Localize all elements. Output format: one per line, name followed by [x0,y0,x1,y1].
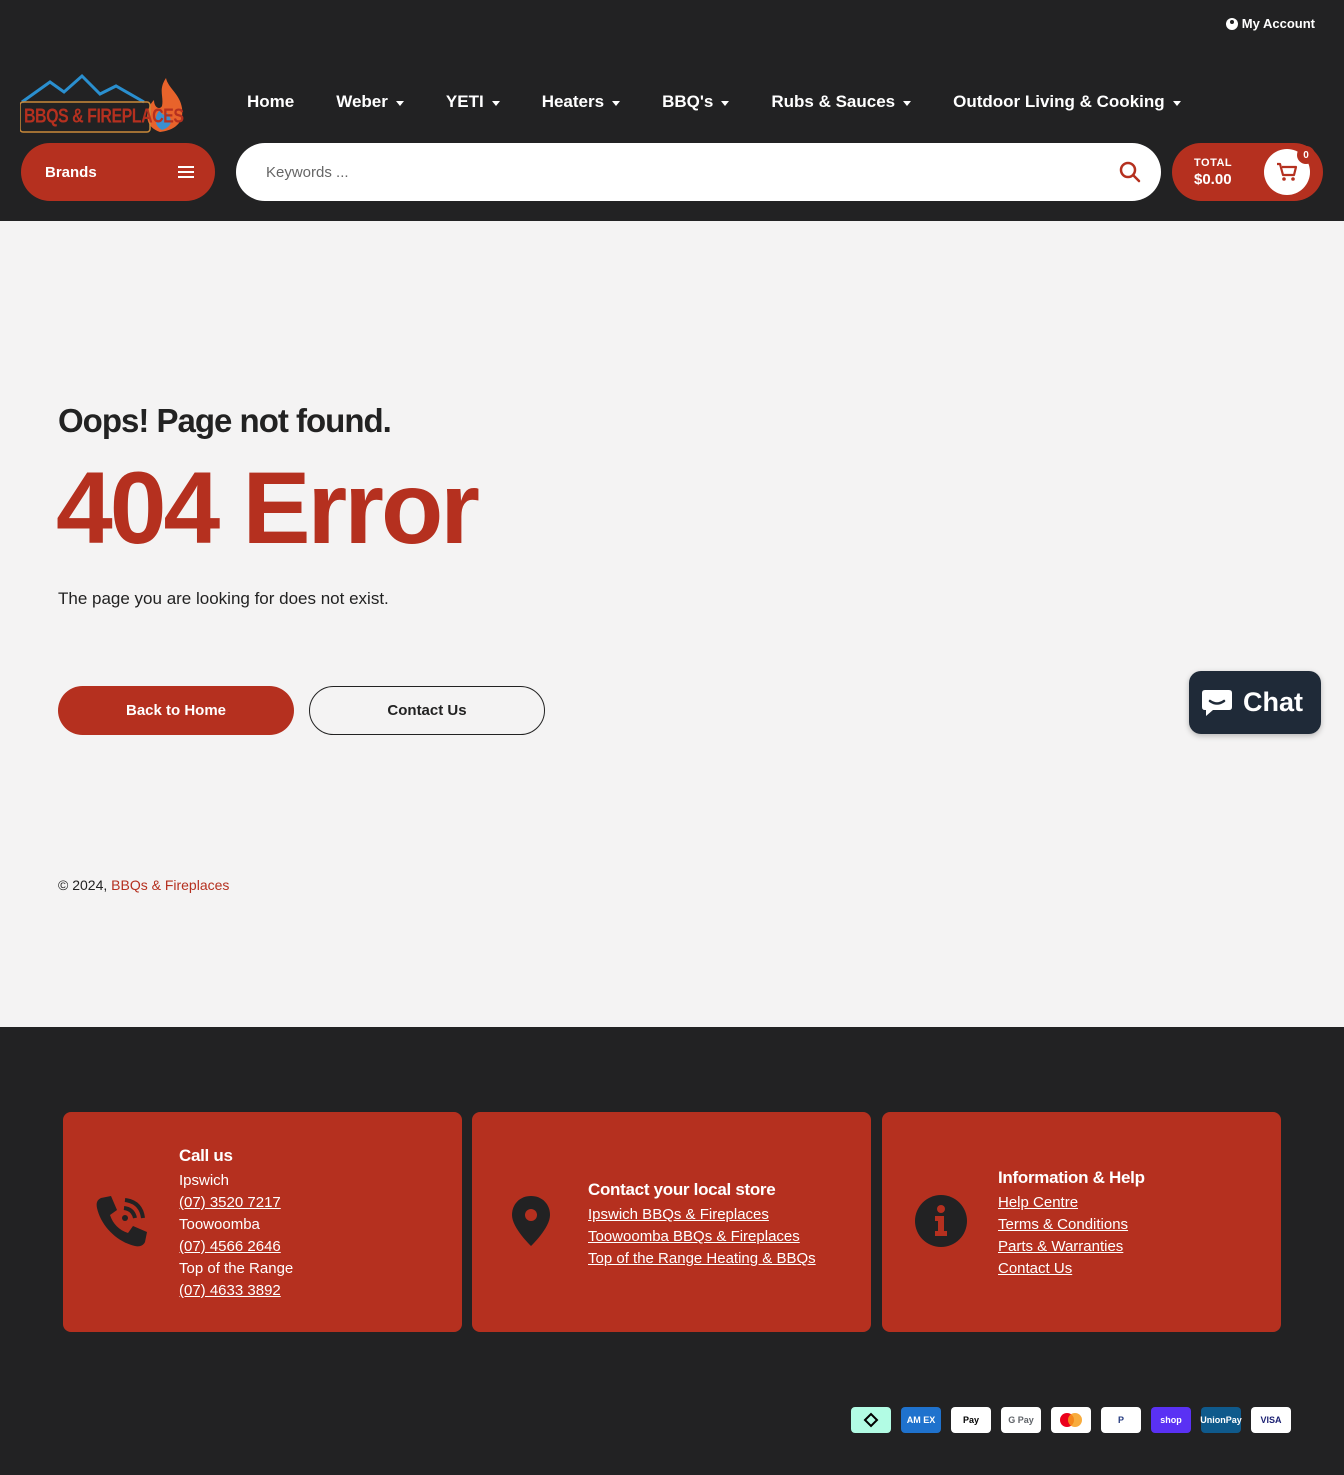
main-nav: Home Weber YETI Heaters BBQ's Rubs & Sauces Ou… [247,91,1223,113]
cart-button[interactable]: TOTAL $0.00 0 [1172,143,1323,201]
nav-item-label: BBQ's [662,92,714,111]
cart-count-badge: 0 [1297,146,1315,164]
local-store-title: Contact your local store [588,1180,776,1199]
page-subtitle: Oops! Page not found. [58,402,392,439]
copyright-store-link[interactable]: BBQs & Fireplaces [111,877,229,893]
copyright: © 2024, BBQs & Fireplaces [58,877,229,893]
info-link[interactable]: Terms & Conditions [998,1214,1145,1236]
visa-icon: VISA [1251,1407,1291,1433]
brands-label: Brands [45,163,97,181]
caret-down-icon [612,100,621,106]
account-icon [1225,17,1238,30]
nav-item-weber[interactable]: Weber [336,91,404,113]
nav-item-heaters[interactable]: Heaters [541,91,621,113]
page-title: 404 Error [56,451,480,565]
afterpay-icon [851,1407,891,1433]
back-to-home-button[interactable]: Back to Home [58,686,294,735]
my-account-label: My Account [1241,16,1315,31]
chat-label: Chat [1243,687,1303,717]
chat-button[interactable]: Chat [1189,671,1321,734]
caret-down-icon [491,100,500,106]
call-us-card: Call us Ipswich (07) 3520 7217 Toowoomba (0… [63,1112,462,1332]
cart-total-label: TOTAL [1194,157,1233,169]
phone-number-link[interactable]: (07) 3520 7217 [179,1192,293,1214]
nav-item-label: YETI [445,92,484,111]
brands-menu-button[interactable]: Brands [21,143,215,201]
site-header: My Account BBQS & FIREPLACES Home Weber YE… [0,0,1344,221]
info-help-card: Information & Help Help Centre Terms & Co… [882,1112,1281,1332]
logo-text: BBQS & FIREPLACES [24,106,184,128]
paypal-icon: P [1101,1407,1141,1433]
nav-item-label: Home [247,92,295,111]
search-bar [236,143,1161,201]
site-logo[interactable]: BBQS & FIREPLACES [19,72,188,134]
call-us-title: Call us [179,1146,233,1165]
info-help-body: Information & Help Help Centre Terms & Co… [998,1168,1145,1280]
local-store-body: Contact your local store Ipswich BBQs & … [588,1180,816,1270]
nav-item-rubs-sauces[interactable]: Rubs & Sauces [771,91,912,113]
nav-item-label: Weber [336,92,388,111]
shop-pay-icon: shop [1151,1407,1191,1433]
phone-number-link[interactable]: (07) 4566 2646 [179,1236,293,1258]
nav-item-yeti[interactable]: YETI [446,91,500,113]
copyright-prefix: © 2024, [58,877,108,893]
google-pay-icon: G Pay [1001,1407,1041,1433]
hamburger-icon [178,166,194,178]
contact-us-button[interactable]: Contact Us [309,686,545,735]
caret-down-icon [721,100,730,106]
store-location-label: Top of the Range [179,1260,294,1277]
store-link[interactable]: Ipswich BBQs & Fireplaces [588,1204,816,1226]
nav-item-outdoor-living-cooking[interactable]: Outdoor Living & Cooking [953,91,1181,113]
local-store-card: Contact your local store Ipswich BBQs & … [472,1112,871,1332]
info-link[interactable]: Help Centre [998,1192,1145,1214]
caret-down-icon [903,100,912,106]
store-location-label: Ipswich [179,1172,230,1189]
search-input[interactable] [266,163,1119,181]
info-link[interactable]: Contact Us [998,1258,1145,1280]
store-link[interactable]: Top of the Range Heating & BBQs [588,1248,816,1270]
apple-pay-icon: Pay [951,1407,991,1433]
my-account-link[interactable]: My Account [1225,16,1315,31]
info-icon [915,1195,967,1247]
nav-item-bbq-s[interactable]: BBQ's [662,91,730,113]
store-location-label: Toowoomba [179,1216,260,1233]
nav-item-label: Outdoor Living & Cooking [953,92,1165,111]
nav-item-home[interactable]: Home [247,91,294,113]
cart-total-value: $0.00 [1194,171,1232,188]
search-icon[interactable] [1119,161,1141,183]
nav-item-label: Heaters [541,92,605,111]
phone-icon [96,1196,147,1247]
info-help-title: Information & Help [998,1168,1145,1187]
shopping-cart-icon [1277,162,1298,181]
store-link[interactable]: Toowoomba BBQs & Fireplaces [588,1226,816,1248]
chat-bubble-icon [1202,689,1232,716]
info-link[interactable]: Parts & Warranties [998,1236,1145,1258]
payment-methods: AM EX Pay G Pay Pshop UnionPay VISA [851,1407,1291,1433]
caret-down-icon [395,100,404,106]
unionpay-icon: UnionPay [1200,1407,1242,1433]
amex-icon: AM EX [901,1407,941,1433]
nav-item-label: Rubs & Sauces [771,92,896,111]
call-us-body: Call us Ipswich (07) 3520 7217 Toowoomba (0… [179,1146,293,1302]
caret-down-icon [1172,100,1181,106]
mastercard-icon [1051,1407,1091,1433]
page-description: The page you are looking for does not ex… [58,589,389,608]
map-pin-icon [512,1196,550,1246]
phone-number-link[interactable]: (07) 4633 3892 [179,1280,293,1302]
